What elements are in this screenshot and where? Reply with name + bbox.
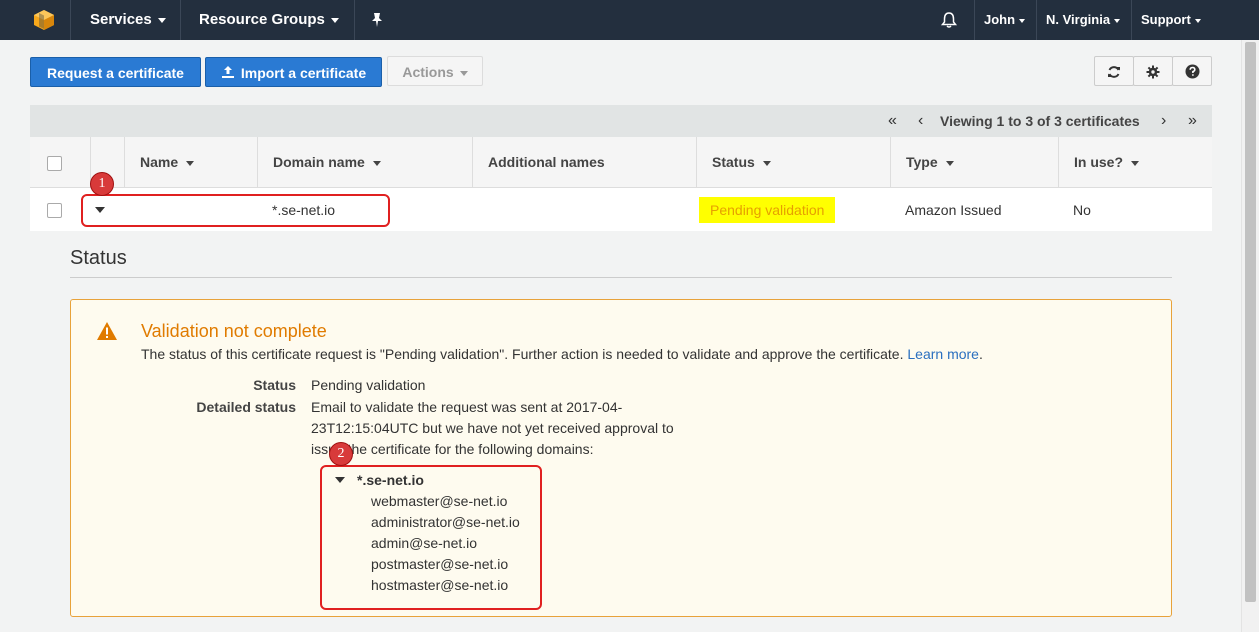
first-page-button[interactable]: « bbox=[888, 105, 897, 137]
detailed-status-label: Detailed status bbox=[196, 399, 296, 415]
status-badge: Pending validation bbox=[699, 197, 836, 223]
import-certificate-label: Import a certificate bbox=[240, 65, 367, 81]
actions-label: Actions bbox=[402, 64, 454, 80]
sort-icon bbox=[945, 160, 954, 166]
row-type: Amazon Issued bbox=[905, 202, 1002, 218]
column-domain-label: Domain name bbox=[273, 154, 365, 170]
column-name-label: Name bbox=[140, 154, 179, 170]
annotation-box-1 bbox=[81, 194, 390, 227]
annotation-number-1: 1 bbox=[90, 172, 114, 196]
help-icon bbox=[1185, 64, 1199, 79]
column-header-name[interactable]: Name bbox=[124, 137, 258, 187]
request-certificate-button[interactable]: Request a certificate bbox=[30, 57, 201, 87]
column-status-label: Status bbox=[712, 154, 755, 170]
warning-icon bbox=[97, 322, 117, 340]
resource-groups-menu[interactable]: Resource Groups bbox=[199, 0, 339, 40]
services-menu[interactable]: Services bbox=[90, 0, 166, 40]
column-type-label: Type bbox=[906, 154, 938, 170]
services-label: Services bbox=[90, 11, 152, 28]
pin-icon[interactable] bbox=[370, 12, 384, 28]
warning-text: The status of this certificate request i… bbox=[141, 346, 904, 362]
table-header: Name Domain name Additional names Status… bbox=[30, 137, 1212, 188]
row-status: Pending validation bbox=[699, 188, 836, 232]
divider bbox=[70, 277, 1172, 278]
chevron-down-icon bbox=[1019, 18, 1026, 23]
support-label: Support bbox=[1141, 12, 1191, 27]
certificate-detail-panel: Status Validation not complete The statu… bbox=[30, 231, 1212, 632]
warning-text-tail: . bbox=[978, 346, 983, 362]
scrollbar-thumb[interactable] bbox=[1245, 42, 1256, 602]
select-all-checkbox[interactable] bbox=[47, 156, 62, 171]
chevron-down-icon bbox=[157, 17, 166, 23]
column-in-use-label: In use? bbox=[1074, 154, 1124, 170]
settings-button[interactable] bbox=[1133, 56, 1173, 86]
annotation-box-2 bbox=[320, 465, 542, 610]
next-page-button[interactable]: › bbox=[1161, 105, 1166, 137]
sort-icon bbox=[372, 160, 381, 166]
gear-icon bbox=[1146, 65, 1160, 79]
region-menu[interactable]: N. Virginia bbox=[1046, 0, 1121, 40]
detailed-status-line-2: 23T12:15:04UTC but we have not yet recei… bbox=[311, 420, 674, 436]
chevron-down-icon bbox=[330, 17, 339, 23]
status-value: Pending validation bbox=[311, 377, 426, 393]
request-certificate-label: Request a certificate bbox=[47, 65, 184, 81]
sort-icon bbox=[762, 160, 771, 166]
import-certificate-button[interactable]: Import a certificate bbox=[205, 57, 382, 87]
column-header-status[interactable]: Status bbox=[696, 137, 891, 187]
help-button[interactable] bbox=[1172, 56, 1212, 86]
column-header-domain[interactable]: Domain name bbox=[257, 137, 472, 187]
column-header-type[interactable]: Type bbox=[890, 137, 1058, 187]
actions-button[interactable]: Actions bbox=[387, 56, 483, 86]
refresh-icon bbox=[1108, 66, 1120, 78]
upload-icon bbox=[221, 66, 234, 78]
sort-icon bbox=[1131, 160, 1140, 166]
column-header-additional-names: Additional names bbox=[472, 137, 696, 187]
column-additional-label: Additional names bbox=[488, 154, 605, 170]
row-in-use: No bbox=[1073, 202, 1091, 218]
chevron-down-icon bbox=[459, 70, 468, 76]
page-scrollbar[interactable] bbox=[1241, 40, 1259, 632]
previous-page-button[interactable]: ‹ bbox=[918, 105, 923, 137]
refresh-button[interactable] bbox=[1094, 56, 1134, 86]
sort-icon bbox=[186, 160, 195, 166]
validation-warning-box: Validation not complete The status of th… bbox=[70, 299, 1172, 617]
detailed-status-line-1: Email to validate the request was sent a… bbox=[311, 399, 623, 415]
viewing-count: Viewing 1 to 3 of 3 certificates bbox=[940, 113, 1140, 129]
user-label: John bbox=[984, 12, 1016, 27]
aws-cube-icon[interactable] bbox=[33, 9, 55, 31]
status-label: Status bbox=[253, 377, 296, 393]
support-menu[interactable]: Support bbox=[1141, 0, 1201, 40]
annotation-number-2: 2 bbox=[329, 442, 353, 466]
user-menu[interactable]: John bbox=[984, 0, 1026, 40]
learn-more-link[interactable]: Learn more bbox=[907, 346, 979, 362]
bell-icon[interactable] bbox=[940, 11, 958, 29]
column-header-in-use[interactable]: In use? bbox=[1058, 137, 1212, 187]
last-page-button[interactable]: » bbox=[1188, 105, 1197, 137]
chevron-down-icon bbox=[1194, 18, 1201, 23]
warning-description: The status of this certificate request i… bbox=[141, 346, 983, 362]
pagination-bar: « ‹ Viewing 1 to 3 of 3 certificates › » bbox=[30, 105, 1212, 137]
region-label: N. Virginia bbox=[1046, 12, 1111, 27]
status-heading: Status bbox=[70, 247, 127, 269]
row-checkbox[interactable] bbox=[47, 203, 62, 218]
detailed-status-line-3: issue the certificate for the following … bbox=[311, 441, 594, 457]
top-navigation-bar: Services Resource Groups John N. Virgini… bbox=[0, 0, 1259, 40]
warning-title: Validation not complete bbox=[141, 321, 327, 341]
chevron-down-icon bbox=[1114, 18, 1121, 23]
resource-groups-label: Resource Groups bbox=[199, 11, 325, 28]
